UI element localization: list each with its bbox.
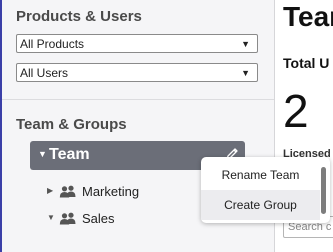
users-icon [59, 212, 76, 225]
tree-item-marketing-label: Marketing [82, 184, 140, 199]
users-icon [59, 185, 76, 198]
tree-item-team-label: Team [49, 146, 90, 163]
menu-item-rename-team[interactable]: Rename Team [201, 160, 320, 190]
menu-scrollbar[interactable] [321, 167, 326, 214]
team-groups-title: Team & Groups [16, 116, 127, 133]
tree-item-marketing[interactable]: ▶ Marketing [47, 182, 197, 202]
page-title: Team [283, 1, 333, 32]
triangle-right-icon[interactable]: ▶ [47, 186, 53, 195]
products-users-title: Products & Users [16, 8, 142, 25]
caret-down-icon: ▼ [241, 39, 250, 49]
total-users-value: 2 [283, 85, 309, 137]
tree-item-sales[interactable]: ▼ Sales [47, 209, 197, 229]
menu-item-create-group[interactable]: Create Group [201, 190, 320, 220]
product-select[interactable]: All Products ▼ [16, 34, 258, 53]
triangle-down-icon[interactable]: ▼ [38, 149, 47, 159]
user-select[interactable]: All Users ▼ [16, 63, 258, 82]
tree-item-sales-label: Sales [82, 211, 115, 226]
sidebar-divider [2, 99, 274, 100]
product-select-value: All Products [20, 37, 85, 51]
context-menu: Rename Team Create Group [201, 157, 330, 223]
user-select-value: All Users [20, 66, 69, 80]
triangle-down-icon[interactable]: ▼ [47, 213, 55, 222]
caret-down-icon: ▼ [241, 68, 250, 78]
total-users-label: Total U [283, 55, 330, 71]
